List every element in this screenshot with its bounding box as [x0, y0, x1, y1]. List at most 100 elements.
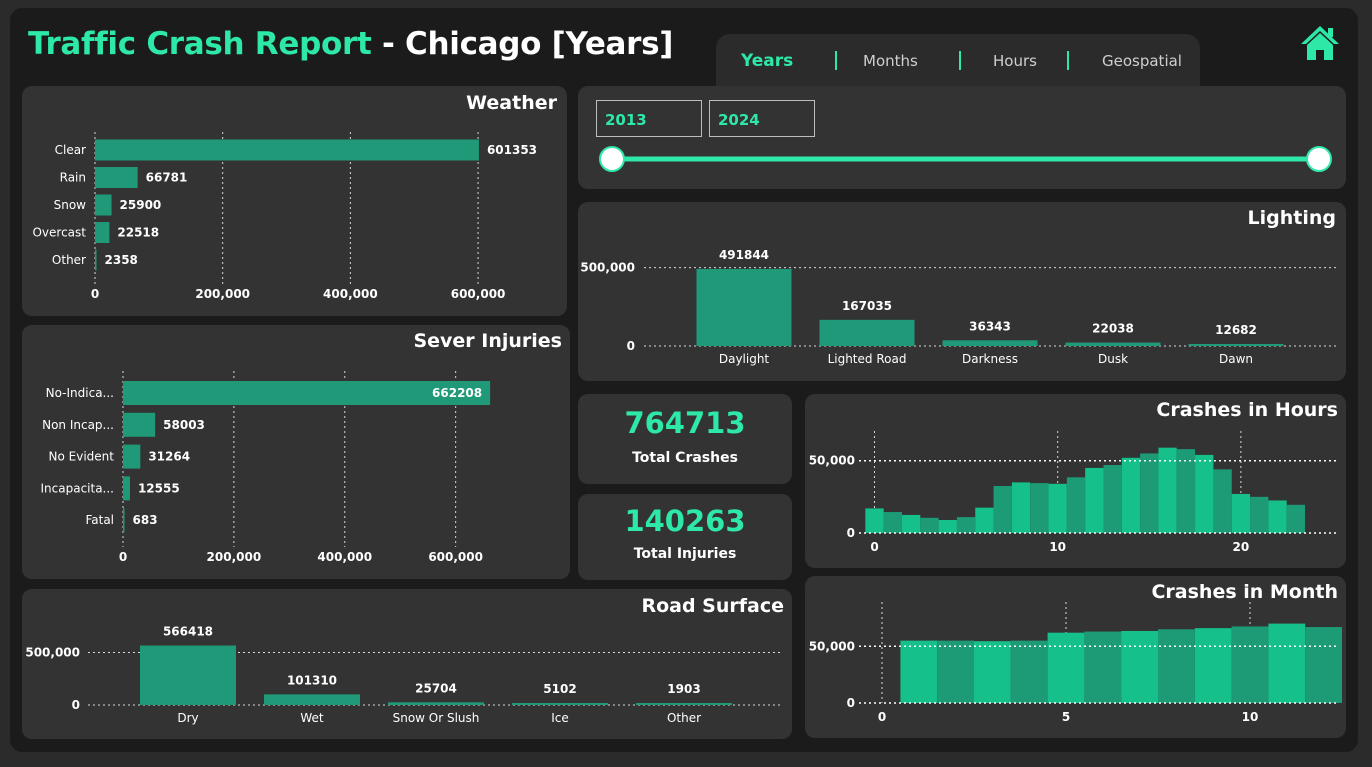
area-segment: [1268, 623, 1306, 703]
area-segment: [1195, 454, 1214, 533]
category-label: Snow Or Slush: [393, 711, 480, 725]
area-segment: [937, 640, 974, 703]
area-segment: [1158, 629, 1195, 703]
road-surface-chart: 0 500,000 566418 Dry 101310 Wet 25704 Snow Or S…: [25, 625, 782, 725]
x-tick-label: 10: [1242, 710, 1259, 724]
bar: [636, 703, 732, 705]
area-segment: [900, 640, 938, 703]
area-segment: [1286, 504, 1305, 533]
crashes-month-panel: Crashes in Month 0 5 10 0 50,000: [805, 576, 1346, 738]
bar: [95, 194, 112, 216]
y-tick-label: 500,000: [25, 646, 80, 660]
x-tick-label: 20: [1233, 540, 1250, 554]
category-label: Other: [667, 711, 701, 725]
slider-end-handle[interactable]: [1306, 146, 1332, 172]
data-label: 167035: [842, 299, 892, 313]
bar: [942, 340, 1038, 346]
weather-chart: 0 200,000 400,000 600,000 Clear 601353 Rain 667…: [32, 132, 537, 301]
category-label: Wet: [300, 711, 324, 725]
category-label: Dry: [177, 711, 198, 725]
data-label: 58003: [163, 418, 205, 432]
area-segment: [974, 641, 1011, 703]
area-segment: [1194, 628, 1232, 703]
data-label: 12555: [138, 481, 180, 495]
x-tick-label: 10: [1049, 540, 1066, 554]
category-label: Clear: [55, 143, 86, 157]
category-label: Fatal: [85, 513, 114, 527]
area-segment: [1176, 449, 1196, 533]
bar: [123, 508, 125, 533]
total-injuries-value: 140263: [624, 504, 746, 538]
data-label: 566418: [163, 625, 213, 639]
x-tick-label: 400,000: [323, 287, 378, 301]
y-tick-label: 500,000: [580, 261, 635, 275]
area-segment: [1121, 457, 1141, 533]
category-label: Daylight: [719, 352, 770, 366]
data-label: 25704: [415, 681, 457, 695]
home-icon[interactable]: [1300, 24, 1340, 62]
slider-start-handle[interactable]: [599, 146, 625, 172]
tab-divider: [835, 51, 837, 70]
road-surface-panel: Road Surface 0 500,000 566418 Dry 101310 Wet 2…: [22, 589, 792, 739]
category-label: Non Incap...: [42, 418, 114, 432]
y-tick-label: 50,000: [809, 454, 855, 468]
x-tick-label: 600,000: [451, 287, 506, 301]
y-tick-label: 50,000: [809, 639, 855, 653]
area-segment: [1047, 632, 1085, 703]
bar: [123, 444, 141, 469]
weather-panel: Weather 0 200,000 400,000 600,000 Clear 60135…: [22, 86, 567, 316]
y-tick-label: 0: [72, 698, 80, 712]
data-label: 1903: [667, 682, 700, 696]
bar: [696, 268, 792, 346]
category-label: Other: [52, 253, 86, 267]
tab-divider: [1067, 51, 1069, 70]
x-tick-label: 400,000: [317, 550, 372, 564]
data-label: 2358: [105, 253, 138, 267]
x-tick-label: 600,000: [428, 550, 483, 564]
year-range-slider: [599, 146, 1332, 172]
data-label: 5102: [543, 682, 576, 696]
category-label: Darkness: [962, 352, 1018, 366]
area-segment: [1030, 483, 1049, 533]
tab-years[interactable]: Years: [741, 51, 793, 71]
area-segment: [1066, 477, 1086, 533]
bar: [1065, 342, 1161, 346]
area-segment: [920, 517, 939, 533]
total-crashes-value: 764713: [624, 406, 746, 440]
page-title: Traffic Crash Report - Chicago [Years]: [28, 26, 673, 62]
category-label: No Evident: [49, 450, 115, 464]
data-label: 31264: [148, 450, 190, 464]
y-tick-label: 0: [627, 339, 635, 353]
data-label: 25900: [120, 198, 162, 212]
lighting-chart: 0 500,000 491844 Daylight 167035 Lighted Road…: [580, 248, 1338, 366]
data-label: 601353: [487, 143, 537, 157]
area-segment: [1084, 631, 1122, 703]
total-injuries-label: Total Injuries: [633, 546, 737, 562]
data-label: 491844: [719, 248, 769, 262]
area-segment: [1231, 493, 1251, 533]
category-label: Lighted Road: [828, 352, 907, 366]
data-label: 22518: [117, 226, 159, 240]
area-segment: [938, 519, 957, 533]
bar: [123, 412, 156, 437]
category-label: Ice: [551, 711, 569, 725]
area-segment: [1010, 640, 1048, 703]
data-label: 662208: [432, 386, 482, 400]
area-segment: [1011, 482, 1031, 533]
area-segment: [1085, 467, 1104, 533]
total-injuries-card: 140263 Total Injuries: [578, 494, 792, 580]
bar: [512, 703, 608, 705]
crashes-month-chart: 0 5 10 0 50,000: [809, 602, 1342, 724]
page-title-accent: Traffic Crash Report: [28, 26, 372, 62]
bar: [388, 702, 484, 705]
y-tick-label: 0: [847, 526, 855, 540]
tab-months[interactable]: Months: [863, 52, 918, 70]
tab-geospatial[interactable]: Geospatial: [1102, 52, 1182, 70]
area-segment: [1250, 496, 1269, 533]
lighting-panel: Lighting 0 500,000 491844 Daylight 167035 Lig…: [578, 202, 1346, 381]
x-tick-label: 5: [1062, 710, 1070, 724]
category-label: No-Indica...: [46, 386, 114, 400]
bar: [95, 139, 479, 161]
tab-hours[interactable]: Hours: [993, 52, 1037, 70]
bar: [264, 694, 360, 705]
